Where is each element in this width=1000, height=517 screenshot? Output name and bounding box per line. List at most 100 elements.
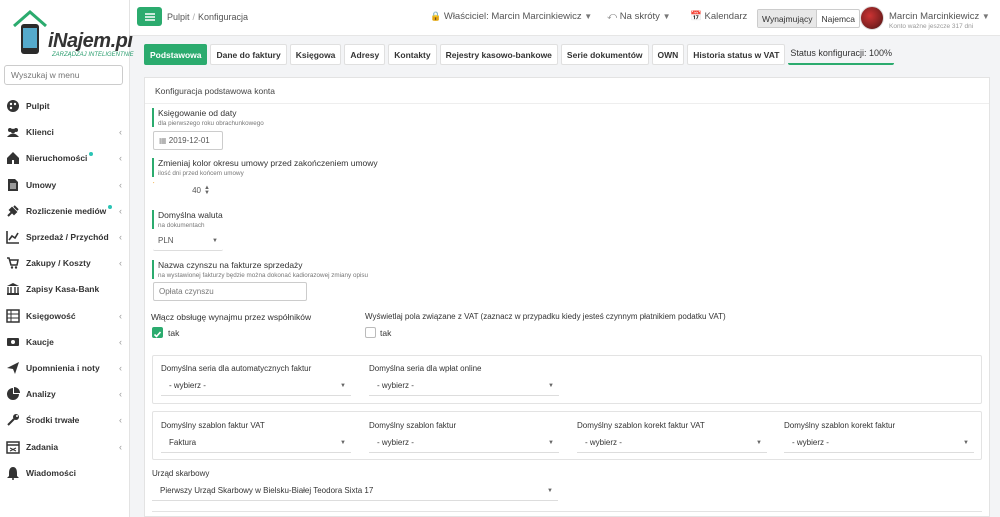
account-validity: Konto ważne jeszcze 317 dni [889, 23, 974, 30]
sidebar-item-4[interactable]: Rozliczenie mediów ‹ [0, 198, 130, 224]
sidebar-item-8[interactable]: Księgowość ‹ [0, 303, 130, 329]
sidebar-item-label: Zadania [26, 441, 59, 452]
caret-down-icon: ▼ [548, 440, 554, 446]
booking-date-field: Księgowanie od daty dla pierwszego roku o… [152, 108, 264, 127]
sidebar-item-10[interactable]: Upomnienia i noty ‹ [0, 355, 130, 381]
shortcuts-label: Na skróty [619, 11, 660, 22]
booking-date-input[interactable]: ▦ 2019-12-01 [153, 131, 223, 150]
role-tenant-button[interactable]: Najemca [817, 10, 859, 27]
tpl-corr-vat-select[interactable]: - wybierz - ▼ [577, 433, 767, 453]
tab-config-status[interactable]: Status konfiguracji: 100% [788, 44, 894, 65]
tab-5[interactable]: Rejestry kasowo-bankowe [439, 44, 558, 65]
tab-1[interactable]: Dane do faktury [210, 44, 287, 65]
sidebar-item-label: Umowy [26, 179, 57, 190]
caret-down-icon: ▼ [756, 440, 762, 446]
send-icon [7, 361, 19, 374]
tab-6[interactable]: Serie dokumentów [560, 44, 649, 65]
tab-4[interactable]: Kontakty [388, 44, 437, 65]
divider [152, 511, 982, 512]
phone-house-icon [13, 10, 47, 54]
owner-dropdown[interactable]: 🔒 Właściciel: Marcin Marcinkiewicz ▼ [430, 11, 592, 22]
currency-select[interactable]: PLN ▼ [153, 232, 223, 251]
color-days-stepper[interactable]: 40 ▲ ▼ [153, 182, 213, 201]
chevron-left-icon: ‹ [119, 179, 122, 190]
sidebar-item-9[interactable]: Kaucje ‹ [0, 329, 130, 355]
chevron-left-icon: ‹ [119, 232, 122, 243]
series-auto-select[interactable]: - wybierz - ▼ [161, 376, 351, 396]
shortcuts-dropdown[interactable]: ⤺ Na skróty ▼ [607, 11, 670, 22]
coowners-checkbox[interactable] [152, 327, 163, 338]
avatar[interactable] [860, 6, 884, 30]
chevron-left-icon: ‹ [119, 362, 122, 373]
tpl-label: Domyślny szablon faktur [369, 421, 457, 430]
new-badge-dot [108, 204, 113, 209]
ledger-icon [6, 308, 20, 323]
sidebar-item-5[interactable]: Sprzedaż / Przychód ‹ [0, 224, 130, 250]
tab-0[interactable]: Podstawowa [144, 44, 208, 65]
caret-down-icon: ▼ [963, 440, 969, 446]
chevron-left-icon: ‹ [119, 441, 122, 452]
booking-date-label: Księgowanie od daty dla pierwszego roku o… [152, 108, 264, 127]
sidebar-item-0[interactable]: Pulpit [0, 93, 130, 119]
tab-3[interactable]: Adresy [344, 44, 386, 65]
tab-8[interactable]: Historia status w VAT [687, 44, 786, 65]
logo[interactable]: iNajem.pl ZARZĄDZAJ INTELIGENTNIE [8, 8, 134, 58]
currency-label: Domyślna waluta na dokumentach [152, 210, 223, 229]
tpl-vat-select[interactable]: Faktura ▼ [161, 433, 351, 453]
menu-toggle-button[interactable] [137, 7, 162, 26]
calendar-link[interactable]: 📅 Kalendarz [690, 11, 747, 22]
tpl-corr-select[interactable]: - wybierz - ▼ [784, 433, 974, 453]
settings-tabs: Podstawowa Dane do faktury Księgowa Adresy K… [144, 44, 894, 65]
sidebar-item-label: Środki trwałe [26, 415, 80, 426]
user-menu[interactable]: Marcin Marcinkiewicz ▼ [889, 11, 990, 22]
panel-title: Konfiguracja podstawowa konta [145, 78, 989, 104]
lock-icon: 🔒 [430, 11, 442, 21]
tpl-corr-label: Domyślny szablon korekt faktur [784, 421, 896, 430]
sidebar-item-7[interactable]: Zapisy Kasa-Bank [0, 276, 130, 302]
new-badge-dot [89, 152, 94, 157]
menu-search-input[interactable] [4, 65, 123, 85]
chevron-left-icon: ‹ [119, 127, 122, 138]
color-days-label: Zmieniaj kolor okresu umowy przed zakońc… [152, 158, 378, 177]
config-panel: Konfiguracja podstawowa konta Księgowani… [144, 77, 990, 517]
sidebar-item-13[interactable]: Zadania ‹ [0, 433, 130, 459]
chevron-left-icon: ‹ [119, 205, 122, 216]
sidebar-item-14[interactable]: Wiadomości [0, 460, 130, 486]
owner-label: Właściciel: Marcin Marcinkiewicz [443, 11, 582, 22]
vat-checkbox[interactable] [365, 327, 376, 338]
sidebar-item-1[interactable]: Klienci ‹ [0, 119, 130, 145]
caret-down-icon: ▼ [662, 12, 671, 21]
tab-2[interactable]: Księgowa [289, 44, 342, 65]
tax-office-select[interactable]: Pierwszy Urząd Skarbowy w Bielsku-Białej… [152, 481, 558, 501]
calendar-icon: 📅 [690, 11, 702, 22]
vat-label: Wyświetlaj pola związane z VAT (zaznacz … [365, 312, 726, 321]
home-icon [7, 152, 19, 165]
sidebar-item-label: Analizy [26, 389, 56, 400]
logo-name: iNajem.pl [48, 30, 133, 52]
sidebar-item-label: Nieruchomości [26, 153, 88, 164]
tpl-vat-label: Domyślny szablon faktur VAT [161, 421, 265, 430]
cart-icon [7, 257, 19, 269]
sidebar-item-2[interactable]: Nieruchomości ‹ [0, 145, 130, 171]
role-landlord-button[interactable]: Wynajmujący [758, 10, 818, 27]
chevron-left-icon: ‹ [119, 415, 122, 426]
sidebar-item-11[interactable]: Analizy ‹ [0, 381, 130, 407]
series-online-select[interactable]: - wybierz - ▼ [369, 376, 559, 396]
share-icon: ⤺ [607, 11, 618, 22]
rent-name-label: Nazwa czynszu na fakturze sprzedaży na wy… [152, 260, 368, 279]
plug-icon [7, 205, 19, 217]
caret-down-icon: ▼ [547, 488, 553, 494]
breadcrumb-home[interactable]: Pulpit [167, 12, 190, 22]
hamburger-icon [144, 12, 155, 21]
logo-tagline: ZARZĄDZAJ INTELIGENTNIE [52, 52, 134, 58]
rent-name-input[interactable]: Opłata czynszu [153, 282, 307, 301]
sidebar-item-6[interactable]: Zakupy / Koszty ‹ [0, 250, 130, 276]
calendar-icon: ▦ [159, 136, 167, 145]
coowners-value: tak [168, 328, 180, 338]
tpl-select[interactable]: - wybierz - ▼ [369, 433, 559, 453]
sidebar-item-12[interactable]: Środki trwałe ‹ [0, 407, 130, 433]
sidebar-item-3[interactable]: Umowy ‹ [0, 172, 130, 198]
tab-7[interactable]: OWN [651, 44, 685, 65]
calendar-label: Kalendarz [704, 11, 748, 22]
chart-line-icon [6, 231, 19, 244]
